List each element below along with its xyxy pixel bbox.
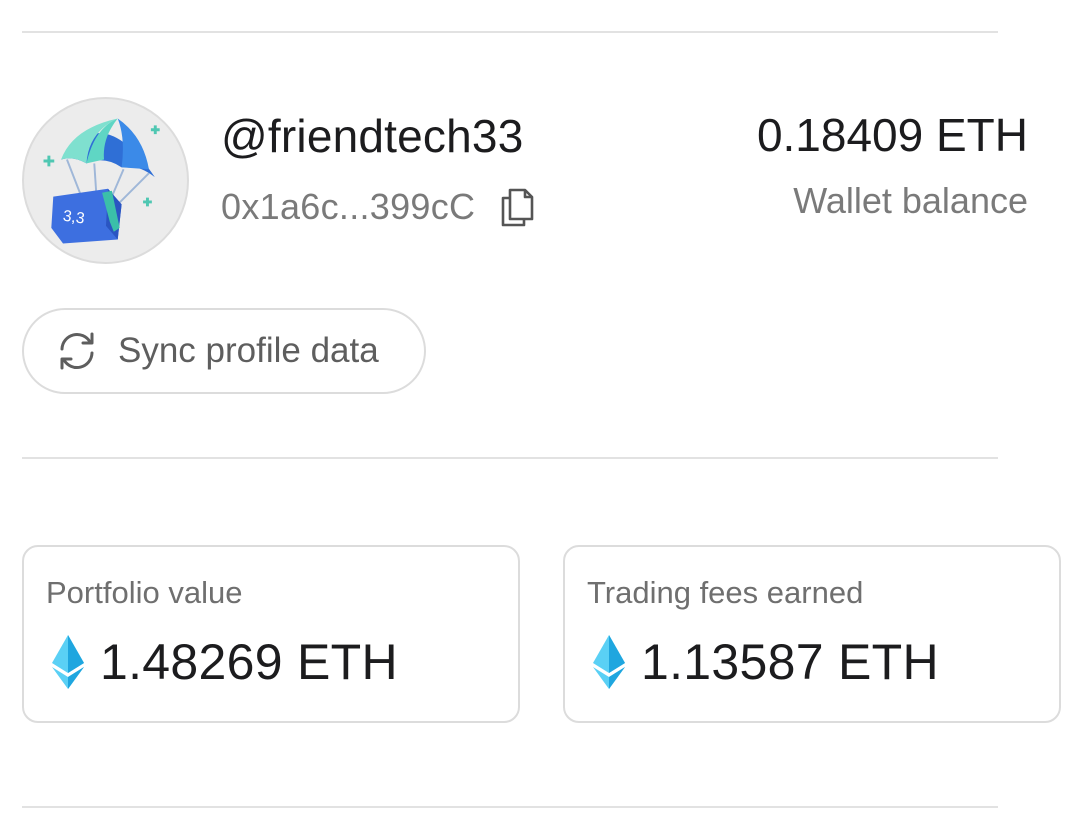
copy-address-button[interactable] xyxy=(497,185,537,229)
wallet-balance-label: Wallet balance xyxy=(793,180,1028,221)
top-divider xyxy=(22,31,998,33)
sync-profile-data-label: Sync profile data xyxy=(118,331,379,370)
sync-profile-data-button[interactable]: Sync profile data xyxy=(22,308,426,394)
parachute-box-avatar-image: 3,3 xyxy=(43,118,160,244)
bottom-divider xyxy=(22,806,998,808)
trading-fees-card: Trading fees earned 1.13587 ETH xyxy=(563,545,1061,723)
middle-divider xyxy=(22,457,998,459)
portfolio-value-card: Portfolio value 1.48269 ETH xyxy=(22,545,520,723)
trading-fees-row: 1.13587 ETH xyxy=(591,629,939,695)
avatar[interactable]: 3,3 xyxy=(22,97,189,264)
username: @friendtech33 xyxy=(221,110,524,162)
profile-page: 3,3 @friendtech33 0x1a6c...399cC 0.18409… xyxy=(0,0,1080,836)
trading-fees-label: Trading fees earned xyxy=(587,575,864,610)
trading-fees-amount: 1.13587 ETH xyxy=(641,634,939,690)
ethereum-icon xyxy=(593,635,625,689)
portfolio-value-row: 1.48269 ETH xyxy=(50,629,398,695)
wallet-address: 0x1a6c...399cC xyxy=(221,186,476,227)
copy-icon xyxy=(502,188,534,227)
wallet-address-row: 0x1a6c...399cC xyxy=(221,182,537,232)
sync-icon xyxy=(60,332,94,370)
avatar-box-label: 3,3 xyxy=(62,208,86,228)
portfolio-value-label: Portfolio value xyxy=(46,575,243,610)
portfolio-value-amount: 1.48269 ETH xyxy=(100,634,398,690)
wallet-balance-value: 0.18409 ETH xyxy=(756,109,1028,161)
ethereum-icon xyxy=(52,635,84,689)
